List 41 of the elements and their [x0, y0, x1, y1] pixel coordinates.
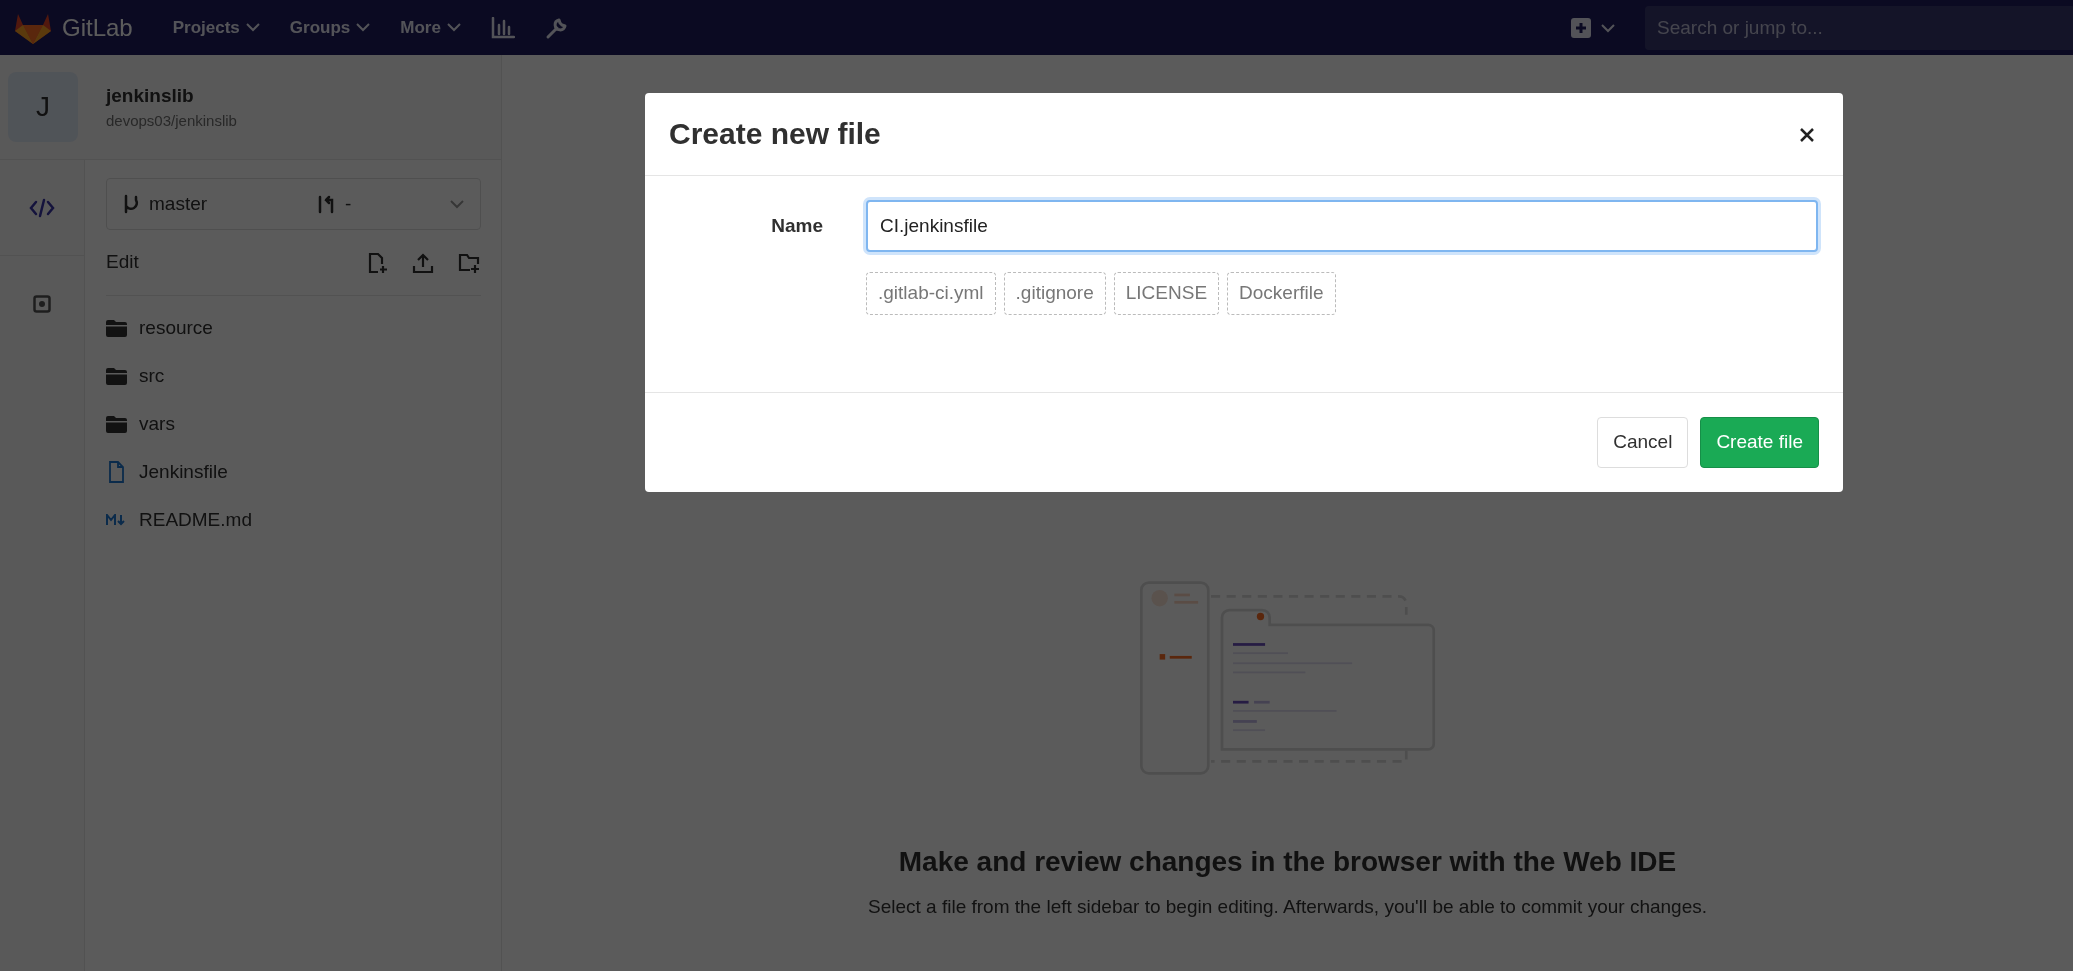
chevron-down-icon: [450, 200, 464, 210]
chevron-down-icon: [356, 23, 371, 32]
nav-menu[interactable]: Groups: [289, 14, 371, 41]
chevron-down-icon: [1601, 23, 1615, 33]
nav-menu[interactable]: More: [400, 14, 461, 41]
project-name[interactable]: jenkinslib: [106, 81, 237, 110]
new-file-icon[interactable]: [368, 251, 388, 274]
new-folder-icon[interactable]: [458, 251, 481, 274]
tree-item[interactable]: src: [106, 352, 481, 400]
upload-icon[interactable]: [412, 251, 434, 274]
project-avatar: J: [8, 72, 78, 142]
chevron-down-icon: [446, 23, 461, 32]
name-input-field[interactable]: CI.jenkinsfile: [866, 200, 1818, 252]
tree-item[interactable]: resource: [106, 304, 481, 352]
tree-title: Edit: [106, 250, 139, 275]
folder-icon: [106, 319, 127, 337]
code-icon: [29, 197, 55, 218]
cancel-button[interactable]: Cancel: [1597, 417, 1689, 468]
template-chip[interactable]: LICENSE: [1113, 272, 1220, 315]
tree-item[interactable]: Jenkinsfile: [106, 448, 481, 496]
chevron-down-icon: [245, 23, 260, 32]
nav-menu[interactable]: Projects: [172, 14, 260, 41]
file-icon: [106, 461, 127, 483]
template-chip[interactable]: .gitlab-ci.yml: [866, 272, 996, 315]
branch-dropdown[interactable]: master -: [106, 178, 481, 230]
bar-chart-icon[interactable]: [490, 16, 515, 39]
dialog-title: Create new file: [669, 116, 881, 152]
brand-name[interactable]: GitLab: [62, 9, 133, 46]
plus-square-icon[interactable]: [1571, 17, 1591, 38]
folder-icon: [106, 367, 127, 385]
tree-item[interactable]: vars: [106, 400, 481, 448]
empty-state-title: Make and review changes in the browser with the Web IDE: [898, 844, 1677, 879]
create-file-button[interactable]: Create file: [1700, 417, 1819, 468]
tree-item[interactable]: README.md: [106, 496, 481, 544]
close-icon: [1799, 126, 1815, 143]
name-label: Name: [770, 213, 823, 238]
template-chip[interactable]: .gitignore: [1003, 272, 1106, 315]
markdown-icon: [106, 514, 127, 526]
empty-state-description: Select a file from the left sidebar to begin editing. Afterwards, you'll be able to commit your changes.: [868, 894, 1707, 919]
template-chip[interactable]: Dockerfile: [1227, 272, 1336, 315]
folder-icon: [106, 415, 127, 433]
